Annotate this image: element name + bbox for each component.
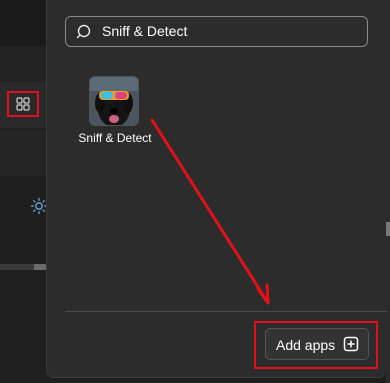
scrollbar-track[interactable] bbox=[386, 0, 390, 383]
search-icon bbox=[76, 24, 91, 39]
app-tile-label: Sniff & Detect bbox=[78, 131, 152, 145]
apps-button[interactable] bbox=[7, 91, 39, 117]
app-tile-sniff-detect[interactable]: Sniff & Detect bbox=[75, 75, 155, 151]
background-row bbox=[0, 130, 46, 176]
footer-divider bbox=[65, 311, 387, 312]
scrollbar-thumb[interactable] bbox=[386, 222, 390, 236]
apps-grid-icon bbox=[16, 97, 30, 111]
background-header bbox=[0, 0, 46, 46]
background-row bbox=[0, 176, 46, 264]
search-value[interactable]: Sniff & Detect bbox=[102, 23, 187, 39]
dog-with-goggles-avatar bbox=[89, 76, 139, 126]
apps-flyout-panel: Sniff & Detect Sniff & Detect Add apps bbox=[46, 0, 387, 378]
add-apps-button[interactable]: Add apps bbox=[265, 328, 369, 360]
add-apps-label: Add apps bbox=[276, 337, 336, 353]
search-input[interactable]: Sniff & Detect bbox=[65, 16, 368, 47]
background-toolbar bbox=[0, 46, 46, 82]
plus-square-icon bbox=[343, 336, 359, 352]
background-area bbox=[0, 270, 46, 383]
